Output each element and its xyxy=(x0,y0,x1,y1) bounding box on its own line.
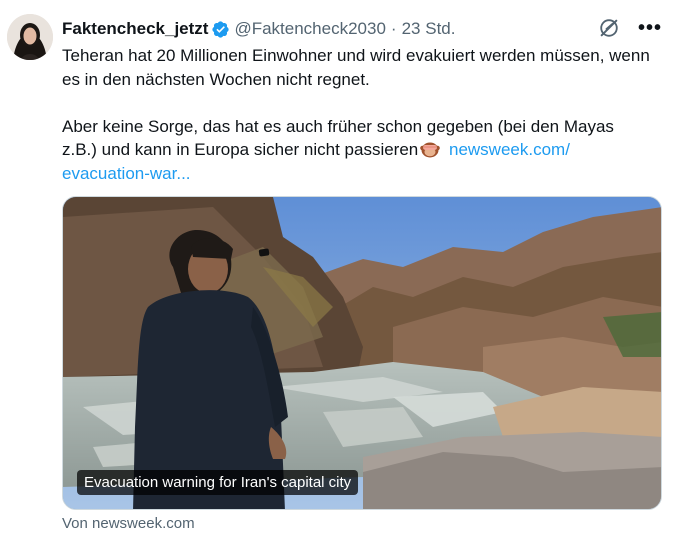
top-actions: ••• xyxy=(598,17,662,39)
tweet-text: Teheran hat 20 Millionen Einwohner und w… xyxy=(62,44,652,185)
display-name[interactable]: Faktencheck_jetzt xyxy=(62,19,208,39)
card-caption: Evacuation warning for Iran's capital ci… xyxy=(77,470,359,495)
verified-badge-icon xyxy=(211,20,230,39)
card-image[interactable] xyxy=(63,197,662,510)
see-no-evil-monkey-emoji xyxy=(420,139,441,158)
tweet-paragraph-2: Aber keine Sorge, das hat es auch früher… xyxy=(62,115,652,186)
article-link-line-1[interactable]: newsweek.com/ xyxy=(449,140,570,159)
card-source[interactable]: Von newsweek.com xyxy=(62,515,195,532)
article-link-line-2[interactable]: evacuation-war... xyxy=(62,164,191,183)
link-card[interactable]: Evacuation warning for Iran's capital ci… xyxy=(62,196,662,510)
tweet-header: Faktencheck_jetzt @Faktencheck2030 · 23 … xyxy=(62,17,455,41)
separator: · xyxy=(390,19,397,38)
tweet[interactable]: Faktencheck_jetzt @Faktencheck2030 · 23 … xyxy=(0,0,680,549)
more-icon[interactable]: ••• xyxy=(638,18,662,38)
timestamp[interactable]: 23 Std. xyxy=(402,19,456,39)
grok-icon[interactable] xyxy=(598,17,620,39)
tweet-paragraph-1: Teheran hat 20 Millionen Einwohner und w… xyxy=(62,46,650,89)
handle[interactable]: @Faktencheck2030 xyxy=(234,19,385,39)
avatar[interactable] xyxy=(7,14,53,60)
